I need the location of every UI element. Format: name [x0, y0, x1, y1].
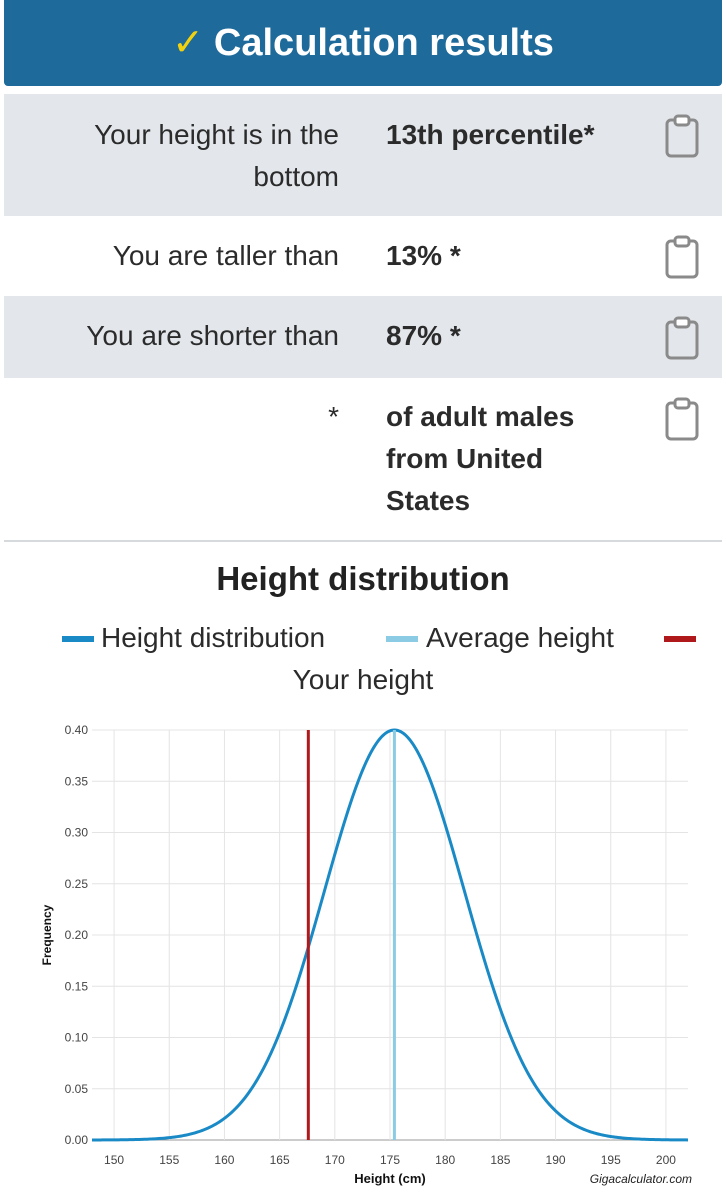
- header-title: Calculation results: [213, 21, 554, 64]
- height-distribution-chart: 0.00 0.05 0.10 0.15 0.20 0.25 0.30 0.35 0.40 150…: [40, 723, 692, 1186]
- x-tick-label: 170: [325, 1153, 345, 1167]
- legend-swatch-your-height: [664, 636, 696, 642]
- result-label: You are shorter than: [86, 320, 339, 351]
- result-row-taller: You are taller than 13% *: [4, 216, 722, 296]
- y-tick-label: 0.05: [65, 1082, 89, 1096]
- clipboard-icon[interactable]: [664, 316, 700, 360]
- section-divider: [4, 540, 722, 542]
- y-tick-label: 0.00: [65, 1133, 89, 1147]
- result-label: Your height is in the bottom: [94, 119, 339, 192]
- y-tick-label: 0.20: [65, 928, 89, 942]
- chart-title: Height distribution: [216, 560, 510, 597]
- y-tick-label: 0.30: [65, 826, 89, 840]
- result-label: You are taller than: [112, 240, 339, 271]
- x-tick-label: 180: [435, 1153, 455, 1167]
- result-value: 87% *: [386, 320, 461, 351]
- result-label: *: [328, 401, 339, 432]
- y-tick-label: 0.10: [65, 1031, 89, 1045]
- y-tick-label: 0.25: [65, 877, 89, 891]
- y-tick-label: 0.40: [65, 723, 89, 737]
- y-axis-ticks: 0.00 0.05 0.10 0.15 0.20 0.25 0.30 0.35 0.40: [65, 723, 89, 1147]
- result-row-population: * of adult males from United States: [4, 380, 722, 540]
- result-value: 13th percentile*: [386, 119, 595, 150]
- x-tick-label: 200: [656, 1153, 676, 1167]
- clipboard-icon[interactable]: [664, 397, 700, 441]
- x-tick-label: 155: [159, 1153, 179, 1167]
- x-tick-label: 185: [490, 1153, 510, 1167]
- x-tick-label: 150: [104, 1153, 124, 1167]
- checkmark-icon: ✓: [172, 22, 204, 64]
- x-tick-label: 175: [380, 1153, 400, 1167]
- results-header: ✓ Calculation results: [4, 0, 722, 86]
- clipboard-icon[interactable]: [664, 114, 700, 158]
- legend-label-average-height[interactable]: Average height: [426, 622, 614, 654]
- y-axis-label: Frequency: [40, 904, 54, 965]
- legend-swatch-height-distribution: [62, 636, 94, 642]
- y-tick-label: 0.15: [65, 979, 89, 993]
- x-tick-label: 195: [601, 1153, 621, 1167]
- y-tick-label: 0.35: [65, 774, 89, 788]
- x-tick-label: 160: [214, 1153, 234, 1167]
- x-tick-label: 190: [546, 1153, 566, 1167]
- chart-credit: Gigacalculator.com: [590, 1172, 692, 1186]
- result-row-shorter: You are shorter than 87% *: [4, 296, 722, 378]
- result-value: 13% *: [386, 240, 461, 271]
- legend-swatch-average-height: [386, 636, 418, 642]
- chart-grid: [92, 729, 688, 1141]
- clipboard-icon[interactable]: [664, 235, 700, 279]
- legend-label-your-height[interactable]: Your height: [0, 664, 726, 696]
- result-value: of adult males from United States: [386, 401, 575, 516]
- x-axis-label: Height (cm): [354, 1171, 426, 1186]
- result-row-percentile: Your height is in the bottom 13th percen…: [4, 94, 722, 216]
- x-tick-label: 165: [270, 1153, 290, 1167]
- x-axis-ticks: 150 155 160 165 170 175 180 185 190 195 200: [104, 1153, 676, 1167]
- legend-label-height-distribution[interactable]: Height distribution: [101, 622, 325, 654]
